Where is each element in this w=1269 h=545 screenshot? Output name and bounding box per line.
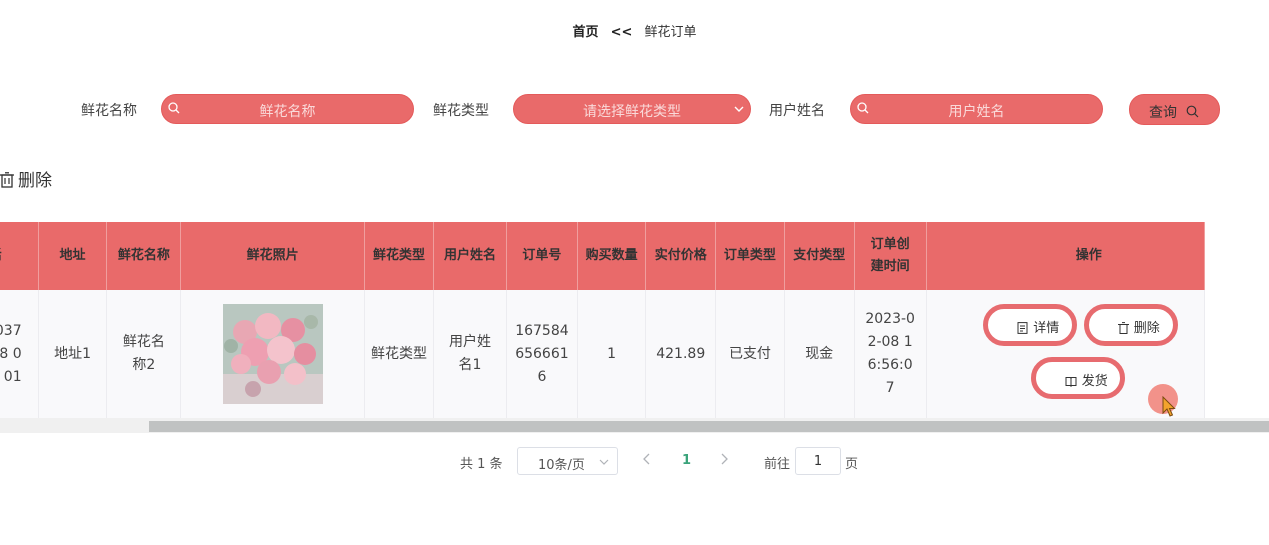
search-icon <box>1186 105 1199 118</box>
cell-pay-type: 现金 <box>784 290 855 418</box>
breadcrumb-current: 鲜花订单 <box>644 25 697 40</box>
cell-phone: 0378 001 <box>0 290 39 418</box>
cell-flower-type: 鲜花类型 <box>364 290 434 418</box>
document-icon <box>1017 322 1028 334</box>
chevron-right-icon <box>721 453 728 465</box>
column-header: 订单号 <box>506 222 578 290</box>
table-header-row: 电话 地址 鲜花名称 鲜花照片 鲜花类型 用户姓名 订单号 购买数量 实付价格 … <box>0 222 1206 290</box>
cell-created-time: 2023-02-08 16:56:07 <box>854 290 927 418</box>
breadcrumb-home[interactable]: 首页 <box>572 25 598 40</box>
book-icon <box>1065 377 1077 388</box>
flower-name-input[interactable]: 鲜花名称 <box>161 94 414 124</box>
flower-photo <box>222 304 323 404</box>
next-page-button[interactable] <box>720 453 728 469</box>
query-button-label: 查询 <box>1149 105 1177 121</box>
user-name-label: 用户姓名 <box>769 103 825 119</box>
column-header: 鲜花名称 <box>106 222 182 290</box>
detail-button[interactable]: 详情 <box>982 304 1077 346</box>
page: 首页 << 鲜花订单 鲜花名称 鲜花名称 鲜花类型 请选择鲜花类型 用户姓名 用… <box>0 0 1269 545</box>
column-header: 鲜花照片 <box>180 222 366 290</box>
column-header: 实付价格 <box>645 222 717 290</box>
breadcrumb: 首页 << 鲜花订单 <box>0 21 1269 40</box>
flower-name-label: 鲜花名称 <box>81 103 137 119</box>
column-header: 支付类型 <box>784 222 855 290</box>
page-number-current[interactable]: 1 <box>682 453 691 468</box>
flower-name-placeholder: 鲜花名称 <box>259 104 316 120</box>
cell-order-type: 已支付 <box>715 290 785 418</box>
cell-flower-name: 鲜花名称2 <box>106 290 182 418</box>
user-name-placeholder: 用户姓名 <box>948 104 1005 120</box>
user-name-input[interactable]: 用户姓名 <box>850 94 1103 124</box>
page-size-value: 10条/页 <box>538 458 585 473</box>
prev-page-button[interactable] <box>643 453 651 469</box>
mouse-cursor-icon <box>1162 396 1176 417</box>
detail-button-label: 详情 <box>1033 321 1060 336</box>
page-size-select[interactable]: 10条/页 <box>517 447 618 475</box>
column-header: 鲜花类型 <box>364 222 434 290</box>
goto-label: 前往 <box>764 457 791 472</box>
chevron-down-icon <box>599 459 609 465</box>
search-form: 鲜花名称 鲜花名称 鲜花类型 请选择鲜花类型 用户姓名 用户姓名 查询 <box>0 93 1269 125</box>
flower-type-label: 鲜花类型 <box>433 103 489 119</box>
flower-type-select[interactable]: 请选择鲜花类型 <box>513 94 751 124</box>
horizontal-scrollbar-thumb[interactable] <box>149 421 1269 432</box>
delete-row-button-label: 删除 <box>1133 321 1160 336</box>
chevron-down-icon <box>734 106 744 112</box>
goto-page-input[interactable]: 1 <box>795 447 841 475</box>
column-header: 订单类型 <box>715 222 785 290</box>
table-row[interactable]: 0378 001 地址1 鲜花名称2 <box>0 290 1206 418</box>
breadcrumb-separator: << <box>610 25 633 40</box>
column-header: 地址 <box>38 222 108 290</box>
ship-button-label: 发货 <box>1081 374 1108 389</box>
cell-quantity: 1 <box>577 290 647 418</box>
chevron-left-icon <box>643 453 650 465</box>
column-header: 购买数量 <box>577 222 647 290</box>
flower-type-placeholder: 请选择鲜花类型 <box>583 104 681 120</box>
bulk-delete-button[interactable]: 删除 <box>0 166 52 191</box>
query-button[interactable]: 查询 <box>1129 94 1220 125</box>
column-header: 操作 <box>926 222 1206 290</box>
orders-table: 电话 地址 鲜花名称 鲜花照片 鲜花类型 用户姓名 订单号 购买数量 实付价格 … <box>0 222 1269 418</box>
column-header: 电话 <box>0 222 39 290</box>
delete-row-button[interactable]: 删除 <box>1083 304 1178 346</box>
column-header: 用户姓名 <box>433 222 508 290</box>
cell-address: 地址1 <box>38 290 108 418</box>
cell-price: 421.89 <box>645 290 717 418</box>
pagination-total: 共 1 条 <box>460 457 503 472</box>
cell-flower-photo <box>180 290 366 418</box>
cell-user-name: 用户姓名1 <box>433 290 508 418</box>
bulk-delete-label: 删除 <box>18 171 52 191</box>
pagination: 共 1 条 10条/页 1 前往 1 页 <box>0 447 1269 475</box>
ship-button[interactable]: 发货 <box>1030 357 1125 399</box>
column-header: 订单创建时间 <box>854 222 927 290</box>
page-unit-label: 页 <box>845 457 859 472</box>
cell-order-no: 1675846566616 <box>506 290 578 418</box>
trash-icon <box>0 172 14 188</box>
trash-icon <box>1117 322 1129 334</box>
